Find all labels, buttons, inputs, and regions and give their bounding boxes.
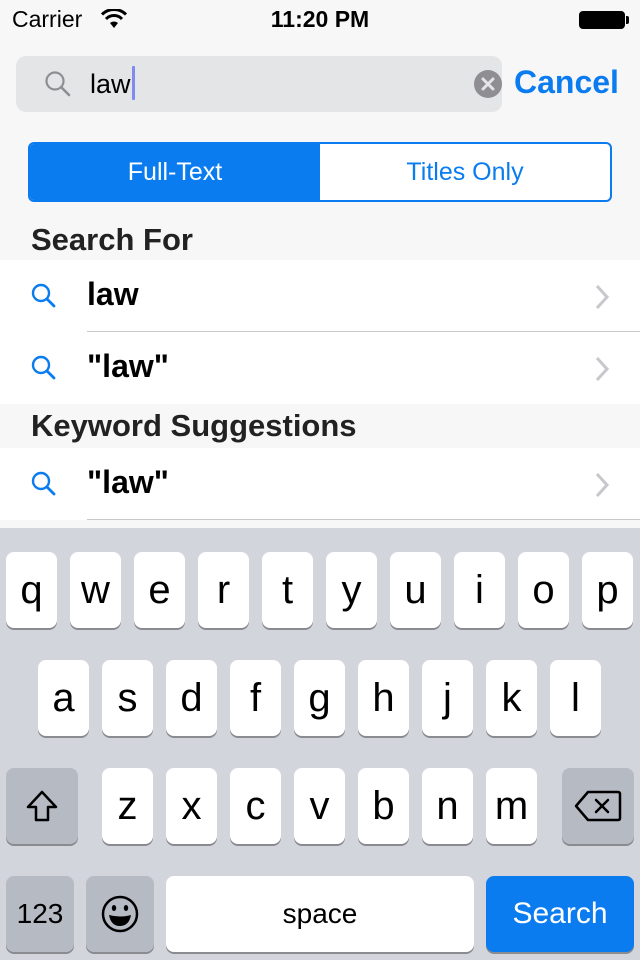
key-o[interactable]: o xyxy=(518,552,569,628)
search-icon xyxy=(31,283,56,308)
backspace-icon xyxy=(574,790,622,822)
key-h[interactable]: h xyxy=(358,660,409,736)
chevron-right-icon xyxy=(595,472,610,498)
key-n[interactable]: n xyxy=(422,768,473,844)
key-t[interactable]: t xyxy=(262,552,313,628)
segment-full-text[interactable]: Full-Text xyxy=(30,144,320,200)
key-f[interactable]: f xyxy=(230,660,281,736)
key-p[interactable]: p xyxy=(582,552,633,628)
search-icon xyxy=(45,71,71,97)
space-key[interactable]: space xyxy=(166,876,474,952)
key-v[interactable]: v xyxy=(294,768,345,844)
key-a[interactable]: a xyxy=(38,660,89,736)
search-icon xyxy=(31,355,56,380)
section-header-keyword-suggestions: Keyword Suggestions xyxy=(0,404,640,448)
search-scope-control: Full-Text Titles Only xyxy=(28,142,612,202)
key-u[interactable]: u xyxy=(390,552,441,628)
list-item[interactable]: "law" xyxy=(0,332,640,404)
key-i[interactable]: i xyxy=(454,552,505,628)
clock: 11:20 PM xyxy=(270,6,370,32)
key-j[interactable]: j xyxy=(422,660,473,736)
numbers-key[interactable]: 123 xyxy=(6,876,74,952)
section-header-search-for: Search For xyxy=(0,218,640,262)
search-input[interactable] xyxy=(90,68,460,100)
text-caret xyxy=(132,66,135,100)
battery-icon xyxy=(579,11,625,29)
clear-button[interactable] xyxy=(474,70,502,98)
battery-nub xyxy=(626,16,629,24)
list-item[interactable]: "law" xyxy=(0,448,640,520)
key-e[interactable]: e xyxy=(134,552,185,628)
shift-icon xyxy=(26,790,58,822)
key-l[interactable]: l xyxy=(550,660,601,736)
status-bar: Carrier 11:20 PM xyxy=(0,0,640,40)
list-item-label: "law" xyxy=(87,348,169,384)
key-g[interactable]: g xyxy=(294,660,345,736)
emoji-key[interactable] xyxy=(86,876,154,952)
key-x[interactable]: x xyxy=(166,768,217,844)
key-y[interactable]: y xyxy=(326,552,377,628)
shift-key[interactable] xyxy=(6,768,78,844)
list-item[interactable]: law xyxy=(0,260,640,332)
chevron-right-icon xyxy=(595,284,610,310)
segment-titles-only[interactable]: Titles Only xyxy=(320,144,610,200)
list-item-label: law xyxy=(87,276,139,312)
key-z[interactable]: z xyxy=(102,768,153,844)
clear-icon xyxy=(481,77,495,91)
cancel-button[interactable]: Cancel xyxy=(514,64,619,101)
key-r[interactable]: r xyxy=(198,552,249,628)
key-b[interactable]: b xyxy=(358,768,409,844)
key-d[interactable]: d xyxy=(166,660,217,736)
key-k[interactable]: k xyxy=(486,660,537,736)
search-key[interactable]: Search xyxy=(486,876,634,952)
delete-key[interactable] xyxy=(562,768,634,844)
chevron-right-icon xyxy=(595,356,610,382)
search-field[interactable] xyxy=(16,56,502,112)
emoji-icon xyxy=(101,895,139,933)
key-c[interactable]: c xyxy=(230,768,281,844)
search-icon xyxy=(31,471,56,496)
row-separator xyxy=(87,519,640,520)
key-w[interactable]: w xyxy=(70,552,121,628)
list-item-label: "law" xyxy=(87,464,169,500)
keyboard: q w e r t y u i o p a s d f g h j k l z … xyxy=(0,528,640,960)
key-q[interactable]: q xyxy=(6,552,57,628)
key-s[interactable]: s xyxy=(102,660,153,736)
key-m[interactable]: m xyxy=(486,768,537,844)
